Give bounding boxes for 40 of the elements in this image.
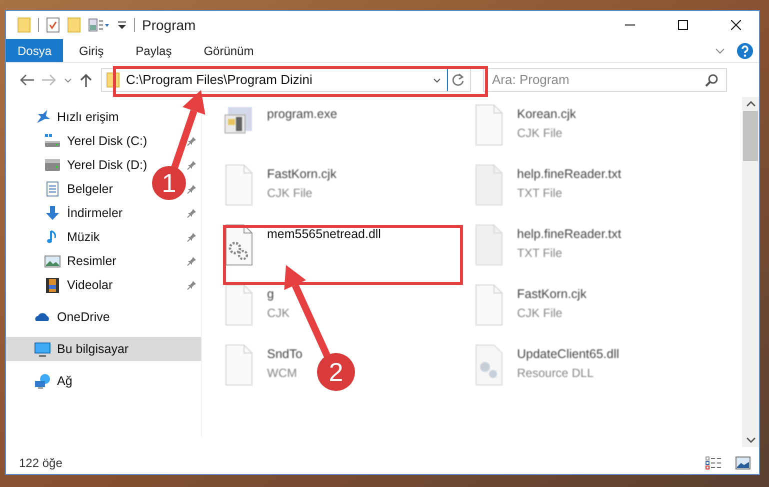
file-name[interactable]: FastKorn.cjk bbox=[267, 165, 336, 184]
sidebar-item[interactable]: Bu bilgisayar bbox=[6, 337, 201, 361]
sidebar-item[interactable]: İndirmeler bbox=[67, 204, 123, 222]
sidebar-item[interactable]: Ağ bbox=[57, 372, 72, 390]
sidebar-item[interactable]: OneDrive bbox=[57, 308, 110, 326]
item-count: 122 öğe bbox=[19, 455, 62, 472]
window-title: Program bbox=[142, 16, 196, 35]
ribbon-tab[interactable]: Paylaş bbox=[120, 39, 188, 62]
ribbon-tab[interactable]: Giriş bbox=[63, 39, 120, 62]
file-type: Resource DLL bbox=[517, 364, 595, 382]
step-number: 1 bbox=[162, 168, 176, 198]
file-name[interactable]: help.fineReader.txt bbox=[517, 165, 622, 184]
sidebar-item[interactable]: Yerel Disk (C:) bbox=[67, 132, 148, 150]
ribbon-tab[interactable]: Görünüm bbox=[188, 39, 270, 62]
address-path: C:\Program Files\Program Dizini bbox=[126, 71, 312, 90]
file-name[interactable]: SndTo bbox=[267, 345, 302, 364]
search-field[interactable]: Ara: Program bbox=[483, 68, 727, 92]
sidebar-item[interactable]: Müzik bbox=[67, 228, 100, 246]
sidebar-item[interactable]: Yerel Disk (D:) bbox=[67, 156, 148, 174]
file-name[interactable]: g bbox=[267, 285, 290, 304]
sidebar-item[interactable]: Resimler bbox=[67, 252, 116, 270]
file-type: TXT File bbox=[517, 184, 564, 202]
file-type: CJK File bbox=[517, 304, 564, 322]
file-name[interactable]: help.fineReader.txt bbox=[517, 225, 622, 244]
sidebar-item[interactable]: Videolar bbox=[67, 276, 113, 294]
address-bar[interactable]: C:\Program Files\Program Dizini bbox=[101, 68, 471, 92]
file-type: CJK bbox=[267, 304, 290, 322]
sidebar-item[interactable]: Hızlı erişim bbox=[57, 108, 119, 126]
file-type: TXT File bbox=[517, 244, 564, 262]
file-tab[interactable]: Dosya bbox=[6, 39, 63, 62]
file-name[interactable]: program.exe bbox=[267, 105, 338, 124]
file-name[interactable]: mem5565netread.dll bbox=[267, 225, 381, 244]
file-type: CJK File bbox=[517, 124, 564, 142]
file-type: CJK File bbox=[267, 184, 314, 202]
step-number: 2 bbox=[328, 357, 344, 387]
file-type: WCM bbox=[267, 364, 298, 382]
file-name[interactable]: Korean.cjk bbox=[517, 105, 576, 124]
sidebar-item[interactable]: Belgeler bbox=[67, 180, 113, 198]
file-name[interactable]: UpdateClient65.dll bbox=[517, 345, 620, 364]
file-name[interactable]: FastKorn.cjk bbox=[517, 285, 586, 304]
